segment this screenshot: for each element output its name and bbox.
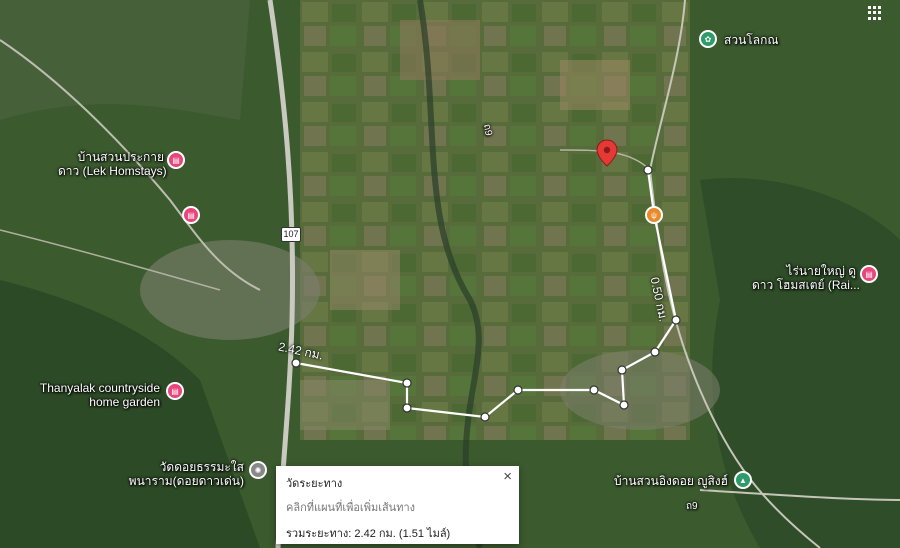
place-label-ban-suan[interactable]: บ้านสวนประกาย ดาว (Lek Homstays) [58, 150, 167, 178]
measure-distance-popup: × วัดระยะทาง คลิกที่แผนที่เพื่อเพิ่มเส้น… [276, 466, 519, 544]
close-icon[interactable]: × [503, 468, 512, 485]
place-label-line: ดาว โฮมสเตย์ (Rai... [752, 278, 860, 292]
temple-poi-icon[interactable]: ✺ [249, 461, 267, 479]
road-label: ถ9 [686, 501, 698, 512]
apps-grid-icon[interactable] [868, 6, 882, 20]
place-label-line: Thanyalak countryside [39, 381, 160, 395]
road-label: ถ9 [480, 123, 494, 137]
place-label-line: พนาราม(ดอยดาวเด่น) [128, 474, 244, 488]
popup-title: วัดระยะทาง [286, 478, 343, 490]
place-label-line: home garden [89, 395, 160, 409]
place-label-wat[interactable]: วัดดอยธรรมะใส พนาราม(ดอยดาวเด่น) [120, 460, 244, 488]
place-label-line: บ้านสวนประกาย [77, 150, 164, 164]
hotel-poi-icon[interactable]: ▤ [167, 151, 185, 169]
park-poi-icon[interactable]: ✿ [699, 30, 717, 48]
place-label-line: ไร่นายใหญ่ ดู [786, 264, 856, 278]
place-label-ban-suan-ing-doi[interactable]: บ้านสวนอิงดอย ญูสิงฮ์ [590, 474, 728, 488]
road-number-badge: 107 [281, 227, 301, 242]
hotel-poi-icon[interactable]: ▤ [166, 382, 184, 400]
hotel-poi-icon[interactable]: ▤ [860, 265, 878, 283]
hotel-poi-icon[interactable]: ▤ [182, 206, 200, 224]
place-label-suan-lok[interactable]: สวนโลกณ [724, 33, 778, 47]
place-label-thanyalak[interactable]: Thanyalak countryside home garden [20, 381, 160, 409]
place-label-line: ดาว (Lek Homstays) [58, 164, 167, 178]
place-label-rai[interactable]: ไร่นายใหญ่ ดู ดาว โฮมสเตย์ (Rai... [752, 264, 860, 292]
place-label-line: วัดดอยธรรมะใส [159, 460, 244, 474]
campground-poi-icon[interactable]: ▲ [734, 471, 752, 489]
restaurant-poi-icon[interactable]: ψ [645, 206, 663, 224]
total-distance: รวมระยะทาง: 2.42 กม. (1.51 ไมล์) [286, 528, 451, 540]
popup-hint: คลิกที่แผนที่เพื่อเพิ่มเส้นทาง [286, 502, 415, 514]
